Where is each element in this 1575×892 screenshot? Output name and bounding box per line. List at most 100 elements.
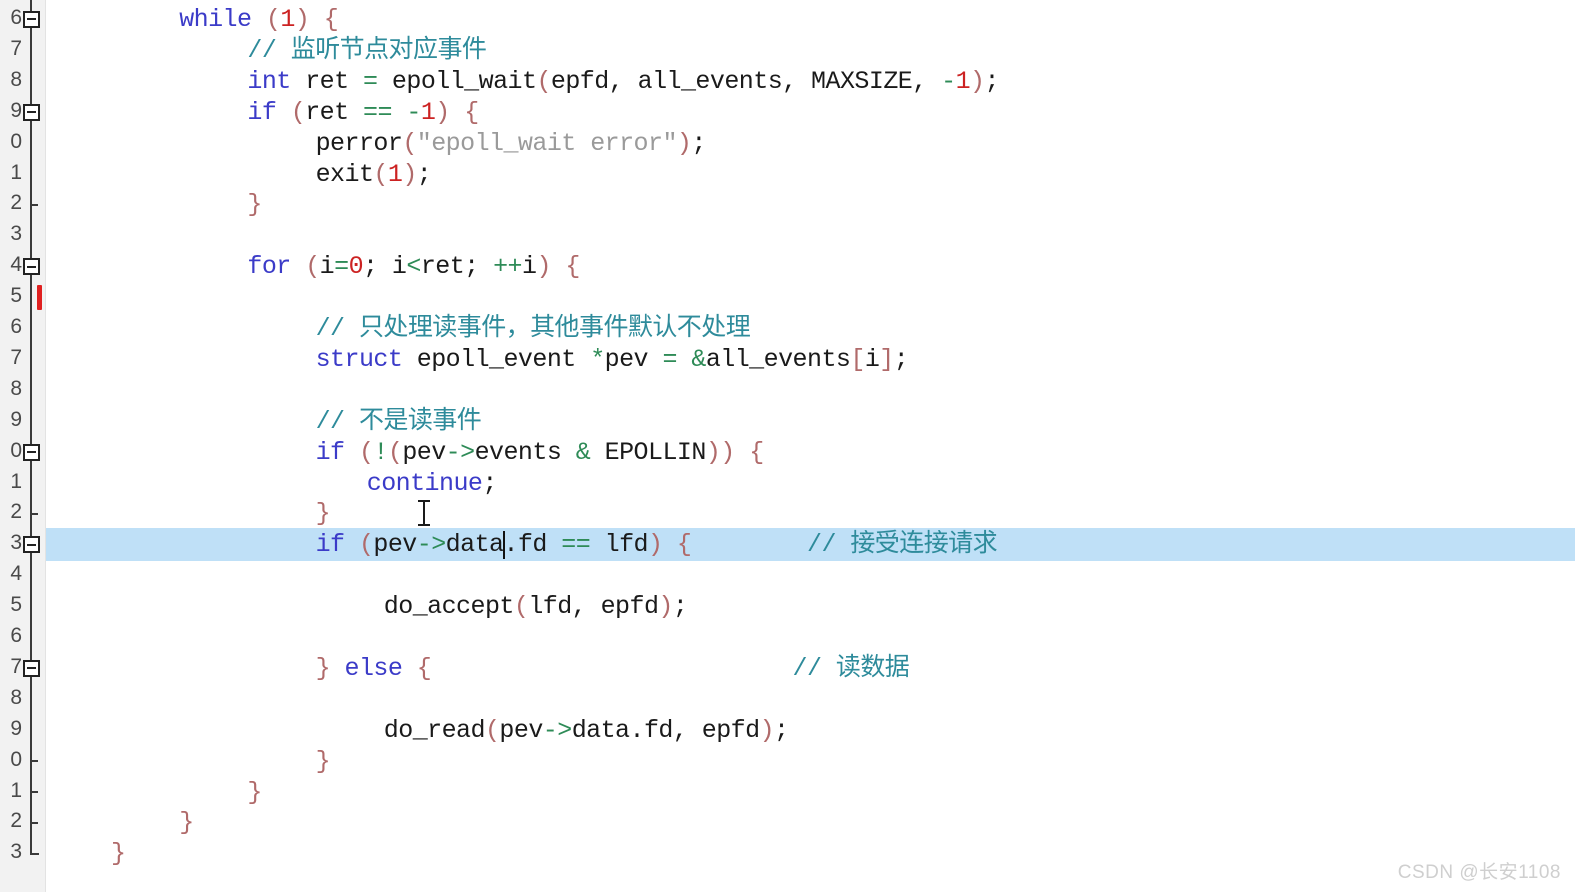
code-line[interactable]: do_accept(lfd, epfd);: [384, 591, 688, 622]
text-caret: [503, 531, 506, 560]
code-token-kw: continue: [366, 468, 483, 498]
code-token-pl: lfd, epfd: [528, 592, 659, 622]
code-line[interactable]: // 不是读事件: [316, 406, 482, 437]
code-token-pl: EPOLLIN: [590, 437, 707, 467]
code-token-pl: ;: [482, 468, 497, 498]
code-token-pl: ;: [984, 66, 999, 96]
code-token-op: ->: [416, 530, 446, 560]
code-line[interactable]: // 监听节点对应事件: [247, 35, 487, 66]
code-line[interactable]: }: [247, 777, 262, 808]
code-token-kw: struct: [315, 344, 403, 374]
code-line[interactable]: while (1) {: [179, 4, 339, 35]
code-token-pl: ret: [305, 97, 364, 127]
code-token-op: <: [406, 252, 421, 282]
code-line[interactable]: if (pev->data.fd == lfd) { // 接受连接请求: [315, 529, 998, 560]
code-token-brc: )): [705, 437, 735, 467]
line-number: 9: [10, 407, 22, 431]
code-token-brc: (: [484, 715, 500, 745]
line-number: 5: [10, 284, 22, 308]
code-line[interactable]: }: [315, 498, 331, 529]
code-token-op: -: [406, 97, 421, 127]
code-token-kw: if: [315, 530, 345, 560]
line-number: 3: [10, 222, 22, 246]
code-token-pl: ;: [774, 715, 789, 745]
code-line[interactable]: exit(1);: [316, 159, 432, 190]
code-token-brc: (: [373, 159, 388, 189]
code-line[interactable]: perror("epoll_wait error");: [315, 128, 707, 159]
code-token-brc: ): [970, 66, 985, 96]
code-token-brc: [: [850, 344, 865, 374]
code-line[interactable]: struct epoll_event *pev = &all_events[i]…: [316, 344, 909, 375]
code-token-pl: i: [864, 344, 880, 374]
line-number: 7: [10, 654, 22, 678]
fold-collapse-icon[interactable]: [23, 443, 40, 461]
line-number: 2: [10, 500, 22, 524]
code-line[interactable]: do_read(pev->data.fd, epfd);: [384, 715, 789, 746]
code-token-brc: }: [315, 746, 331, 776]
code-token-pl: ;: [691, 128, 706, 158]
code-token-pl: perror: [315, 128, 403, 158]
line-number: 7: [10, 36, 22, 60]
code-token-pl: epoll_wait: [377, 66, 537, 96]
line-number: 0: [10, 438, 22, 462]
code-token-op: ==: [561, 530, 591, 560]
code-token-brc: {: [416, 653, 432, 683]
line-number: 0: [10, 129, 22, 153]
code-token-pl: events: [474, 437, 576, 467]
line-number: 3: [10, 531, 22, 555]
fold-collapse-icon[interactable]: [23, 659, 40, 677]
code-line[interactable]: }: [179, 807, 194, 838]
code-token-num: 1: [280, 5, 295, 34]
line-number: 3: [10, 840, 22, 864]
fold-collapse-icon[interactable]: [23, 536, 40, 554]
code-line[interactable]: if (ret == -1) {: [247, 97, 479, 128]
code-line[interactable]: continue;: [366, 468, 498, 499]
code-token-pl: pev: [604, 344, 663, 374]
code-line[interactable]: int ret = epoll_wait(epfd, all_events, M…: [247, 66, 999, 97]
ibeam-cursor-icon: [417, 500, 430, 527]
code-token-cmt: // 监听节点对应事件: [247, 35, 487, 65]
code-token-brc: (: [402, 128, 417, 158]
fold-branch-tick: [30, 203, 38, 206]
code-token-cmt: // 接受连接请求: [807, 530, 998, 560]
code-token-brc: ): [648, 530, 663, 560]
line-number: 6: [10, 315, 22, 338]
code-line[interactable]: if (!(pev->events & EPOLLIN)) {: [316, 437, 765, 468]
code-token-brc: }: [315, 499, 331, 529]
code-line[interactable]: }: [247, 189, 262, 220]
code-editor[interactable]: 6 7 8 9 0 1 2 3 4 5 6 7 8 9 0 1 2 3 4 5 6 7 8 9 0 1 2 3 while (1) {…: [0, 0, 1575, 892]
fold-collapse-icon[interactable]: [23, 10, 40, 28]
code-token-brc: (: [305, 252, 320, 282]
code-token-pl: pev: [373, 530, 417, 560]
editor-gutter[interactable]: 6 7 8 9 0 1 2 3 4 5 6 7 8 9 0 1 2 3 4 5 6 7 8 9 0 1 2 3: [0, 0, 46, 892]
code-token-op: ->: [445, 437, 475, 467]
code-token-kw: else: [344, 653, 403, 683]
code-line[interactable]: }: [315, 746, 331, 777]
code-line[interactable]: // 只处理读事件，其他事件默认不处理: [316, 313, 751, 344]
code-token-op: =: [662, 344, 677, 374]
code-content-area[interactable]: while (1) {// 监听节点对应事件 int ret = epoll_wa…: [45, 0, 1575, 892]
code-line[interactable]: } else { // 读数据: [316, 653, 910, 684]
line-number: 1: [10, 469, 22, 493]
fold-collapse-icon[interactable]: [23, 258, 40, 276]
line-number-column: 6 7 8 9 0 1 2 3 4 5 6 7 8 9 0 1 2 3 4 5 6 7 8 9 0 1 2 3: [0, 0, 22, 892]
code-token-brc: (: [265, 5, 281, 34]
code-line[interactable]: for (i=0; i<ret; ++i) {: [247, 251, 580, 282]
code-token-brc: {: [749, 437, 764, 467]
code-token-brc: ): [658, 592, 673, 622]
code-token-brc: {: [323, 5, 339, 34]
code-token-str: "epoll_wait error": [416, 128, 678, 158]
line-number: 0: [10, 747, 22, 771]
code-line[interactable]: }: [111, 838, 126, 869]
code-folding-column[interactable]: [22, 0, 45, 892]
fold-collapse-icon[interactable]: [23, 103, 40, 121]
